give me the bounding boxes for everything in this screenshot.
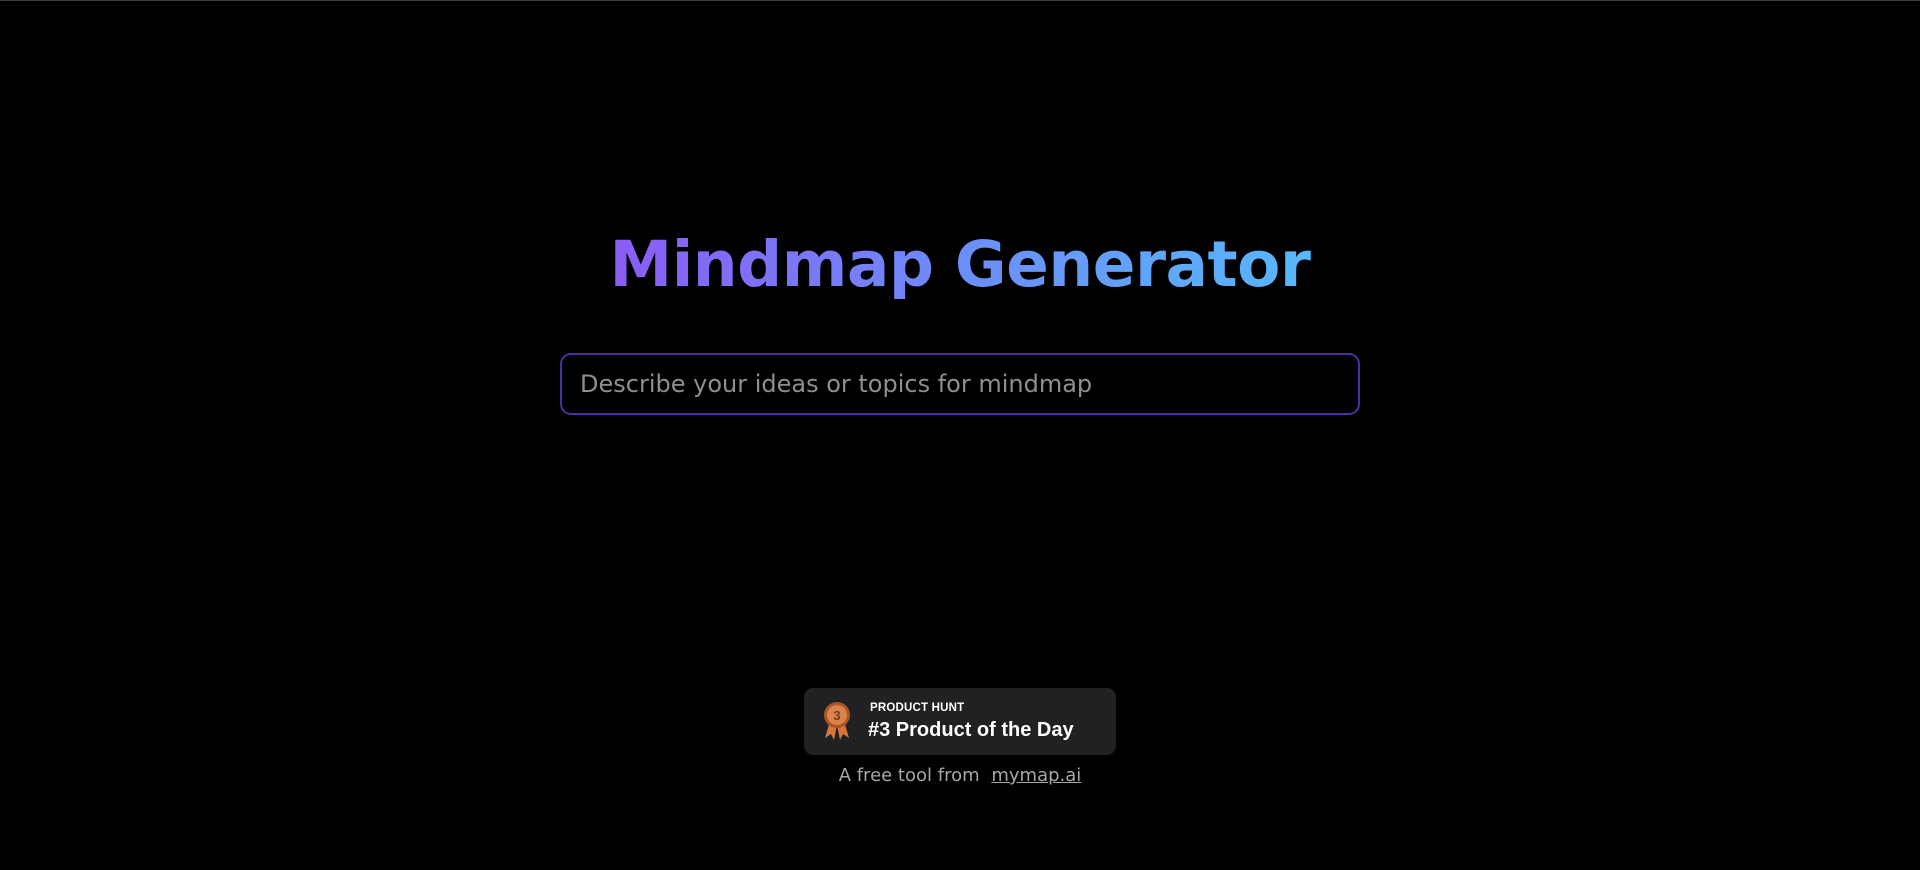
product-hunt-badge[interactable]: 3 PRODUCT HUNT #3 Product of the Day <box>804 688 1116 755</box>
footer-text: A free tool from <box>838 765 980 786</box>
medal-rank: 3 <box>833 708 840 723</box>
mymap-link[interactable]: mymap.ai <box>991 765 1081 786</box>
badge-text: PRODUCT HUNT #3 Product of the Day <box>868 701 1074 743</box>
page-title-text: Mindmap Generator <box>609 228 1312 301</box>
badge-label: PRODUCT HUNT <box>870 702 965 714</box>
footer: A free tool from mymap.ai <box>0 763 1920 789</box>
page: Mindmap Generator 3 PRODUCT HUNT #3 Prod… <box>0 0 1920 870</box>
search-box[interactable] <box>560 353 1360 415</box>
medal-icon: 3 <box>824 702 850 740</box>
page-title: Mindmap Generator <box>0 225 1920 305</box>
search-input[interactable] <box>562 355 1358 413</box>
badge-title: #3 Product of the Day <box>868 719 1074 741</box>
